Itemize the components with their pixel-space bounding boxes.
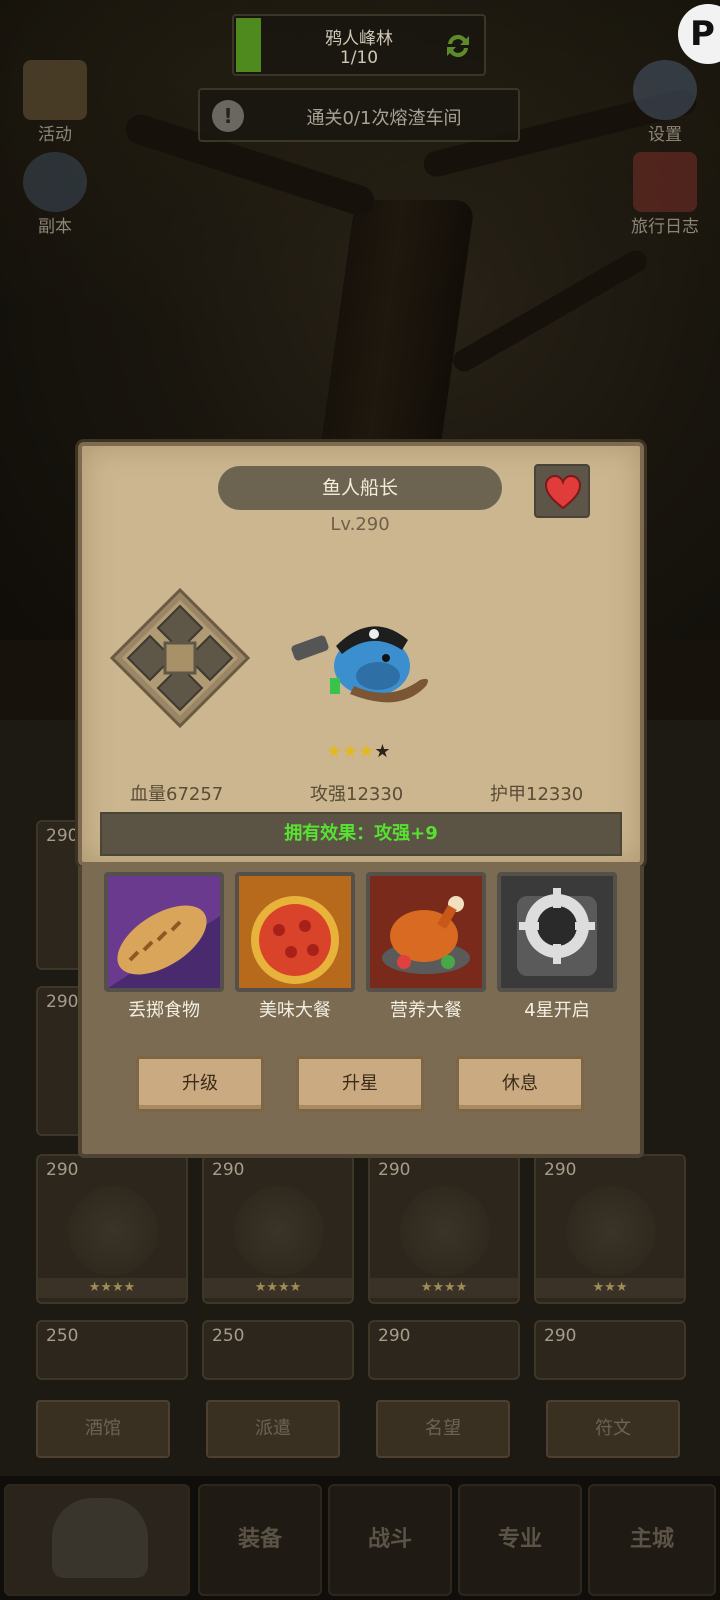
follower-level: 290 — [378, 1326, 411, 1346]
skill-locked-4star[interactable]: 4星开启 — [497, 872, 617, 1022]
follower-level: 290 — [212, 1160, 245, 1180]
activity-button[interactable]: 活动 — [10, 60, 100, 145]
follower-level: 250 — [46, 1326, 79, 1346]
follower-level: 290 — [544, 1326, 577, 1346]
skill-label: 丢掷食物 — [128, 1000, 200, 1021]
attack-stat: 攻强12330 — [310, 784, 404, 805]
nav-battle[interactable]: 战斗 — [328, 1484, 452, 1596]
follower-level: 250 — [212, 1326, 245, 1346]
follower-card[interactable]: 250 — [36, 1320, 188, 1380]
follower-portrait — [400, 1186, 490, 1276]
tab-reputation[interactable]: 名望 — [376, 1400, 510, 1458]
follower-card[interactable]: 290 ★★★★ — [36, 1154, 188, 1304]
tab-dispatch[interactable]: 派遣 — [206, 1400, 340, 1458]
helmet-icon — [52, 1498, 148, 1578]
tab-tavern[interactable]: 酒馆 — [36, 1400, 170, 1458]
follower-level: 290 — [46, 1160, 79, 1180]
dungeon-label: 副本 — [38, 217, 72, 237]
owned-effect: 拥有效果：攻强+9 — [100, 812, 622, 856]
upgrade-button[interactable]: 升级 — [136, 1056, 264, 1112]
follower-level: 290 — [378, 1160, 411, 1180]
follower-card[interactable]: 290 ★★★ — [534, 1154, 686, 1304]
portal-icon — [23, 152, 87, 212]
skill-nutrition-feast[interactable]: 营养大餐 — [366, 872, 486, 1022]
bread-icon — [108, 876, 220, 988]
hero-star-rating: ★★★★ — [326, 742, 391, 762]
skill-delicious-feast[interactable]: 美味大餐 — [235, 872, 355, 1022]
follower-card[interactable]: 250 — [202, 1320, 354, 1380]
pizza-icon — [251, 896, 339, 984]
follower-portrait — [566, 1186, 656, 1276]
nav-main-city[interactable]: 主城 — [588, 1484, 716, 1596]
activity-label: 活动 — [38, 125, 72, 145]
dungeon-button[interactable]: 副本 — [10, 152, 100, 237]
travel-log-label: 旅行日志 — [631, 217, 699, 237]
follower-stars: ★★★★ — [204, 1278, 352, 1298]
heart-icon — [544, 474, 582, 510]
nav-equipment[interactable]: 装备 — [198, 1484, 322, 1596]
travel-log-button[interactable]: 旅行日志 — [620, 152, 710, 237]
settings-button[interactable]: 设置 — [620, 60, 710, 145]
hero-name: 鱼人船长 — [218, 466, 502, 510]
book-icon — [633, 152, 697, 212]
quest-tracker[interactable]: ! 通关0/1次熔渣车间 — [198, 88, 520, 142]
skill-throw-food[interactable]: 丢掷食物 — [104, 872, 224, 1022]
skill-label: 4星开启 — [524, 1000, 590, 1021]
hero-level: Lv.290 — [330, 514, 390, 535]
skill-label: 美味大餐 — [259, 1000, 331, 1021]
skill-label: 营养大餐 — [390, 1000, 462, 1021]
rune-slot-icon[interactable] — [108, 586, 252, 730]
star-up-button[interactable]: 升星 — [296, 1056, 424, 1112]
follower-level: 290 — [46, 992, 79, 1012]
favorite-button[interactable] — [534, 464, 590, 518]
hp-stat: 血量67257 — [130, 784, 224, 805]
star-icon: ★ — [374, 741, 391, 762]
star-icon: ★ — [358, 741, 375, 762]
stage-progress[interactable]: 鸦人峰林 1/10 — [232, 14, 486, 76]
follower-level: 290 — [46, 826, 79, 846]
gear-icon — [633, 60, 697, 120]
follower-card[interactable]: 290 ★★★★ — [368, 1154, 520, 1304]
follower-card[interactable]: 290 — [534, 1320, 686, 1380]
star-icon: ★ — [342, 741, 359, 762]
roast-chicken-icon — [382, 896, 470, 974]
settings-label: 设置 — [648, 125, 682, 145]
follower-stars: ★★★★ — [370, 1278, 518, 1298]
follower-stars: ★★★ — [536, 1278, 684, 1298]
tab-runes[interactable]: 符文 — [546, 1400, 680, 1458]
follower-stars: ★★★★ — [38, 1278, 186, 1298]
follower-card[interactable]: 290 ★★★★ — [202, 1154, 354, 1304]
locked-gear-icon — [517, 888, 597, 976]
rest-button[interactable]: 休息 — [456, 1056, 584, 1112]
fishman-captain-portrait — [291, 626, 428, 703]
refresh-icon[interactable] — [442, 30, 474, 62]
follower-portrait — [234, 1186, 324, 1276]
scroll-icon — [23, 60, 87, 120]
exclamation-icon: ! — [212, 100, 244, 132]
quest-text: 通关0/1次熔渣车间 — [306, 108, 462, 129]
armor-stat: 护甲12330 — [490, 784, 584, 805]
follower-portrait — [68, 1186, 158, 1276]
follower-level: 290 — [544, 1160, 577, 1180]
star-icon: ★ — [326, 741, 343, 762]
nav-profession[interactable]: 专业 — [458, 1484, 582, 1596]
follower-card[interactable]: 290 — [368, 1320, 520, 1380]
